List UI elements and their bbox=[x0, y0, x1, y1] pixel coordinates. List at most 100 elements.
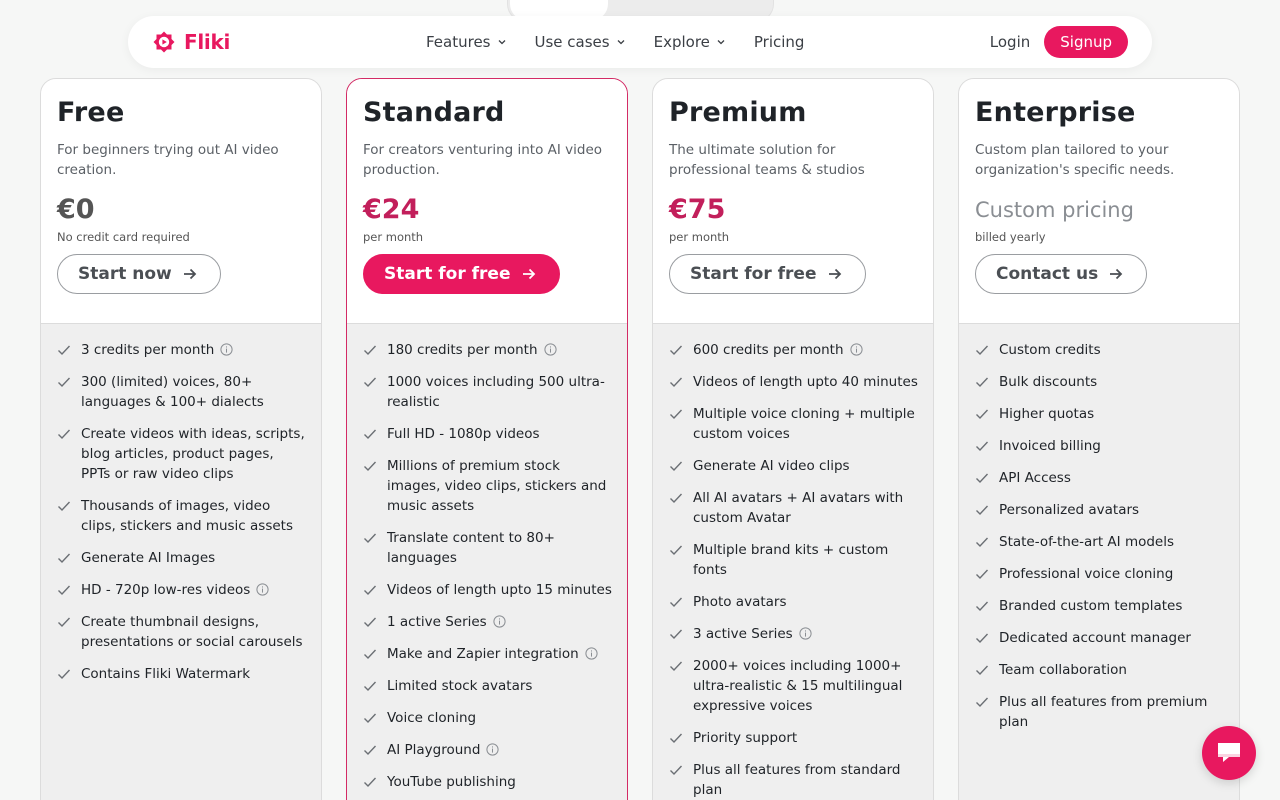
info-icon[interactable] bbox=[486, 743, 500, 756]
feature-text: Custom credits bbox=[999, 342, 1101, 358]
feature-item: Plus all features from premium plan bbox=[975, 692, 1225, 732]
check-icon bbox=[364, 713, 377, 724]
feature-text: Limited stock avatars bbox=[387, 678, 533, 694]
feature-text: API Access bbox=[999, 470, 1071, 486]
feature-text: Thousands of images, video clips, sticke… bbox=[81, 498, 293, 534]
feature-item: Contains Fliki Watermark bbox=[57, 664, 307, 684]
feature-text: Make and Zapier integration bbox=[387, 646, 579, 662]
check-icon bbox=[670, 409, 683, 420]
chat-launcher-button[interactable] bbox=[1202, 726, 1256, 780]
info-icon[interactable] bbox=[220, 343, 233, 356]
feature-text: Videos of length upto 40 minutes bbox=[693, 374, 918, 390]
feature-item: Videos of length upto 15 minutes bbox=[363, 580, 613, 600]
feature-text: Generate AI Images bbox=[81, 550, 216, 566]
feature-text: Generate AI video clips bbox=[693, 458, 850, 474]
feature-item: Higher quotas bbox=[975, 404, 1225, 424]
plan-price: Custom pricing bbox=[975, 198, 1134, 222]
plan-card-free: Free For beginners trying out AI video cr… bbox=[40, 78, 322, 800]
menu-use-cases-label: Use cases bbox=[534, 33, 610, 51]
feature-text: 180 credits per month bbox=[387, 342, 538, 358]
plan-header: Enterprise Custom plan tailored to your o… bbox=[959, 79, 1239, 324]
feature-text: Create thumbnail designs, presentations … bbox=[81, 614, 303, 650]
feature-text: Voice cloning bbox=[387, 710, 477, 726]
arrow-right-icon bbox=[828, 268, 841, 280]
plan-price: €75 bbox=[669, 194, 726, 225]
chevron-down-icon bbox=[617, 40, 625, 45]
plan-name: Premium bbox=[669, 97, 807, 128]
plan-card-standard: Standard For creators venturing into AI v… bbox=[346, 78, 628, 800]
feature-text: Plus all features from premium plan bbox=[999, 694, 1208, 730]
feature-item: 300 (limited) voices, 80+ languages & 10… bbox=[57, 372, 307, 412]
menu-pricing[interactable]: Pricing bbox=[754, 33, 805, 51]
plan-cta-button[interactable]: Contact us bbox=[975, 254, 1148, 294]
plan-cta-label: Start for free bbox=[384, 264, 511, 284]
check-icon bbox=[364, 649, 377, 660]
plan-price-note: No credit card required bbox=[57, 230, 190, 244]
feature-text: Millions of premium stock images, video … bbox=[387, 458, 607, 514]
feature-text: Professional voice cloning bbox=[999, 566, 1174, 582]
check-icon bbox=[670, 733, 683, 744]
brand[interactable]: Fliki bbox=[152, 30, 230, 54]
feature-item: Dedicated account manager bbox=[975, 628, 1225, 648]
plan-cta-button[interactable]: Start for free bbox=[669, 254, 866, 294]
plan-name: Standard bbox=[363, 97, 505, 128]
feature-text: Multiple voice cloning + multiple custom… bbox=[693, 406, 915, 442]
signup-button[interactable]: Signup bbox=[1044, 26, 1128, 58]
plan-price: €0 bbox=[57, 194, 95, 225]
top-navbar: Fliki Features Use cases Explore Pricing… bbox=[128, 16, 1152, 68]
plan-price-note: per month bbox=[363, 230, 424, 244]
feature-text: All AI avatars + AI avatars with custom … bbox=[693, 490, 904, 526]
plan-name: Enterprise bbox=[975, 97, 1136, 128]
feature-item: Bulk discounts bbox=[975, 372, 1225, 392]
feature-text: Team collaboration bbox=[999, 662, 1127, 678]
info-icon[interactable] bbox=[849, 343, 863, 356]
plan-cta-button[interactable]: Start for free bbox=[363, 254, 560, 294]
feature-text: Contains Fliki Watermark bbox=[81, 666, 251, 682]
auth-actions: Login Signup bbox=[990, 26, 1128, 58]
feature-item: 600 credits per month bbox=[669, 340, 919, 360]
plan-header: Standard For creators venturing into AI v… bbox=[347, 79, 627, 324]
info-icon[interactable] bbox=[585, 647, 598, 660]
feature-item: Team collaboration bbox=[975, 660, 1225, 680]
feature-item: Full HD - 1080p videos bbox=[363, 424, 613, 444]
check-icon bbox=[364, 681, 377, 692]
plan-description: For creators venturing into AI video pro… bbox=[363, 142, 603, 178]
info-icon[interactable] bbox=[493, 615, 506, 628]
info-icon[interactable] bbox=[799, 627, 812, 640]
check-icon bbox=[364, 345, 377, 356]
login-link[interactable]: Login bbox=[990, 33, 1030, 51]
check-icon bbox=[364, 617, 377, 628]
menu-use-cases[interactable]: Use cases bbox=[535, 33, 626, 51]
plan-cta-button[interactable]: Start now bbox=[57, 254, 221, 294]
feature-item: AI Playground bbox=[363, 740, 613, 760]
feature-text: 1000 voices including 500 ultra-realisti… bbox=[387, 374, 605, 410]
feature-item: Videos of length upto 40 minutes bbox=[669, 372, 919, 392]
arrow-right-icon bbox=[183, 268, 197, 280]
check-icon bbox=[58, 377, 71, 388]
arrow-right-icon bbox=[522, 268, 535, 280]
info-icon[interactable] bbox=[256, 583, 269, 596]
feature-text: Personalized avatars bbox=[999, 502, 1140, 518]
feature-item: 1 active Series bbox=[363, 612, 613, 632]
feature-item: 1000 voices including 500 ultra-realisti… bbox=[363, 372, 613, 412]
check-icon bbox=[364, 585, 377, 596]
check-icon bbox=[670, 661, 683, 672]
feature-item: State-of-the-art AI models bbox=[975, 532, 1225, 552]
feature-item: Plus all features from standard plan bbox=[669, 760, 919, 800]
feature-item: Limited stock avatars bbox=[363, 676, 613, 696]
info-icon[interactable] bbox=[543, 343, 557, 356]
feature-text: Multiple brand kits + custom fonts bbox=[693, 542, 889, 578]
plan-cta-label: Start now bbox=[78, 264, 172, 284]
plan-card-enterprise: Enterprise Custom plan tailored to your o… bbox=[958, 78, 1240, 800]
feature-text: 1 active Series bbox=[387, 614, 487, 630]
feature-item: Personalized avatars bbox=[975, 500, 1225, 520]
check-icon bbox=[670, 377, 683, 388]
arrow-right-icon bbox=[1110, 268, 1123, 280]
menu-features[interactable]: Features bbox=[426, 33, 507, 51]
plan-price: €24 bbox=[363, 194, 420, 225]
menu-explore[interactable]: Explore bbox=[654, 33, 726, 51]
check-icon bbox=[976, 473, 989, 484]
check-icon bbox=[364, 745, 377, 756]
plan-price-note: per month bbox=[669, 230, 730, 244]
feature-item: Priority support bbox=[669, 728, 919, 748]
